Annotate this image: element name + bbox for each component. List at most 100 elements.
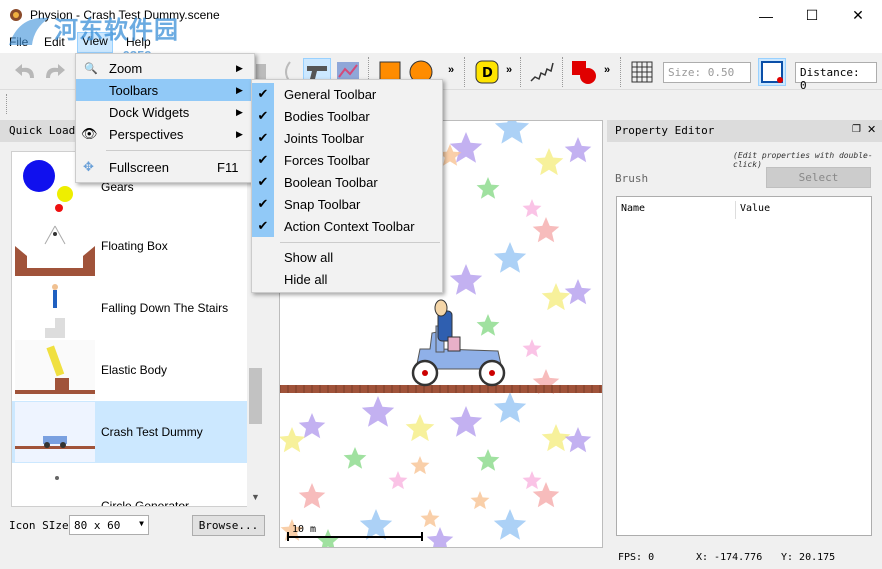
menu-item-fullscreen[interactable]: ✥ Fullscreen F11	[76, 156, 254, 178]
list-item-label: Crash Test Dummy	[101, 425, 203, 439]
menu-item-label: General Toolbar	[284, 86, 377, 102]
star-decoration	[420, 509, 440, 528]
boolean-tool-button[interactable]	[570, 58, 598, 86]
list-item[interactable]: Elastic Body	[12, 339, 247, 401]
icon-size-select[interactable]: 80 x 60 ▼	[69, 515, 149, 535]
d-tool-button[interactable]: D	[473, 58, 501, 86]
column-header-name: Name	[621, 203, 646, 214]
star-decoration	[449, 406, 483, 437]
menu-item-perspectives[interactable]: 👁 Perspectives ▶	[76, 123, 254, 145]
menu-item-label: Bodies Toolbar	[284, 108, 370, 124]
property-editor-title: Property Editor	[615, 124, 715, 137]
column-divider	[735, 201, 736, 219]
menu-item-general-toolbar[interactable]: ✔ General Toolbar	[252, 83, 442, 105]
menu-item-toolbars[interactable]: Toolbars ▶	[76, 79, 254, 101]
star-decoration	[532, 217, 560, 243]
star-decoration	[476, 449, 500, 471]
circle-generator-thumbnail	[55, 476, 59, 480]
crash-test-vehicle[interactable]	[411, 299, 506, 387]
checkmark-icon: ✔	[252, 171, 274, 193]
scroll-down-icon[interactable]: ▼	[251, 492, 260, 502]
star-decoration	[541, 283, 571, 311]
toolbar-overflow-icon[interactable]: »	[448, 64, 454, 76]
submenu-arrow-icon: ▶	[236, 84, 243, 95]
toolbars-submenu: ✔ General Toolbar ✔ Bodies Toolbar ✔ Joints…	[251, 79, 443, 293]
size-spinbox[interactable]: Size: 0.50	[663, 62, 751, 83]
star-decoration	[493, 242, 527, 273]
menu-item-joints-toolbar[interactable]: ✔ Joints Toolbar	[252, 127, 442, 149]
quick-load-list: Gears Floating Box Falling Down The Stai…	[11, 151, 264, 507]
fullscreen-icon: ✥	[83, 159, 94, 174]
redo-icon[interactable]	[40, 58, 68, 86]
menu-item-hide-all[interactable]: Hide all	[252, 268, 442, 290]
menu-item-label: Zoom	[109, 60, 143, 76]
toolbar-overflow-icon[interactable]: »	[506, 64, 512, 76]
list-item[interactable]: Circle Generator	[12, 463, 247, 506]
menu-item-boolean-toolbar[interactable]: ✔ Boolean Toolbar	[252, 171, 442, 193]
menu-item-zoom[interactable]: 🔍 Zoom ▶	[76, 57, 254, 79]
dropdown-arrow-icon: ▼	[139, 519, 144, 528]
float-dock-icon[interactable]: ❐	[852, 124, 861, 135]
select-button[interactable]: Select	[766, 167, 871, 188]
falling-stairs-thumbnail	[45, 284, 65, 338]
menu-item-label: Dock Widgets	[109, 104, 190, 120]
checkmark-icon: ✔	[252, 127, 274, 149]
star-decoration	[564, 137, 592, 163]
list-item[interactable]: Falling Down The Stairs	[12, 277, 247, 339]
star-decoration	[493, 392, 527, 423]
fps-readout: FPS: 0	[618, 552, 655, 563]
menu-item-label: Fullscreen	[109, 159, 169, 175]
watermark-logo-icon	[9, 17, 49, 45]
menu-item-dock-widgets[interactable]: Dock Widgets ▶	[76, 101, 254, 123]
boolean-union-icon	[572, 61, 596, 84]
menu-item-show-all[interactable]: Show all	[252, 246, 442, 268]
list-item-selected[interactable]: Crash Test Dummy	[12, 401, 247, 463]
star-decoration	[361, 396, 395, 427]
property-table[interactable]: Name Value	[616, 196, 872, 536]
grid-toggle-button[interactable]	[628, 58, 656, 86]
distance-spinbox[interactable]: Distance: 0	[795, 62, 877, 92]
grid-icon	[631, 61, 653, 83]
undo-icon[interactable]	[12, 58, 40, 86]
menu-item-bodies-toolbar[interactable]: ✔ Bodies Toolbar	[252, 105, 442, 127]
submenu-arrow-icon: ▶	[236, 106, 243, 117]
maximize-button[interactable]: ☐	[789, 0, 835, 31]
menu-shortcut: F11	[217, 159, 239, 175]
y-coordinate-readout: Y: 20.175	[781, 552, 836, 563]
toolbar-separator	[464, 57, 466, 87]
toolbar-separator	[620, 57, 622, 87]
list-item[interactable]: Floating Box	[12, 215, 247, 277]
crash-test-dummy-thumbnail	[15, 402, 95, 462]
star-decoration	[298, 413, 326, 439]
snap-box-button[interactable]	[758, 58, 786, 86]
menu-item-snap-toolbar[interactable]: ✔ Snap Toolbar	[252, 193, 442, 215]
browse-button[interactable]: Browse...	[192, 515, 265, 536]
menu-item-label: Hide all	[284, 271, 328, 287]
magnifier-icon: 🔍	[84, 62, 98, 75]
star-decoration	[493, 509, 527, 540]
star-decoration	[476, 314, 500, 336]
submenu-arrow-icon: ▶	[236, 62, 243, 73]
checkmark-icon: ✔	[252, 83, 274, 105]
star-decoration	[298, 483, 326, 509]
star-decoration	[426, 527, 454, 547]
snap-box-icon	[761, 61, 783, 83]
menu-item-label: Toolbars	[109, 82, 159, 98]
menu-item-forces-toolbar[interactable]: ✔ Forces Toolbar	[252, 149, 442, 171]
scrollbar-thumb[interactable]	[249, 368, 262, 424]
menu-item-label: Joints Toolbar	[284, 130, 364, 146]
menu-item-action-context-toolbar[interactable]: ✔ Action Context Toolbar	[252, 215, 442, 237]
close-button[interactable]: ✕	[835, 0, 881, 31]
star-decoration	[405, 414, 435, 442]
menu-item-label: Snap Toolbar	[284, 196, 361, 212]
spring-tool-button[interactable]	[528, 58, 556, 86]
star-decoration	[470, 491, 490, 510]
menu-item-label: Show all	[284, 249, 334, 265]
close-dock-icon[interactable]: ✕	[867, 123, 876, 136]
star-decoration	[564, 279, 592, 305]
menu-separator	[280, 242, 440, 243]
minimize-button[interactable]: —	[743, 0, 789, 31]
toolbar-separator	[520, 57, 522, 87]
toolbar-handle[interactable]	[6, 94, 7, 114]
toolbar-overflow-icon[interactable]: »	[604, 64, 610, 76]
